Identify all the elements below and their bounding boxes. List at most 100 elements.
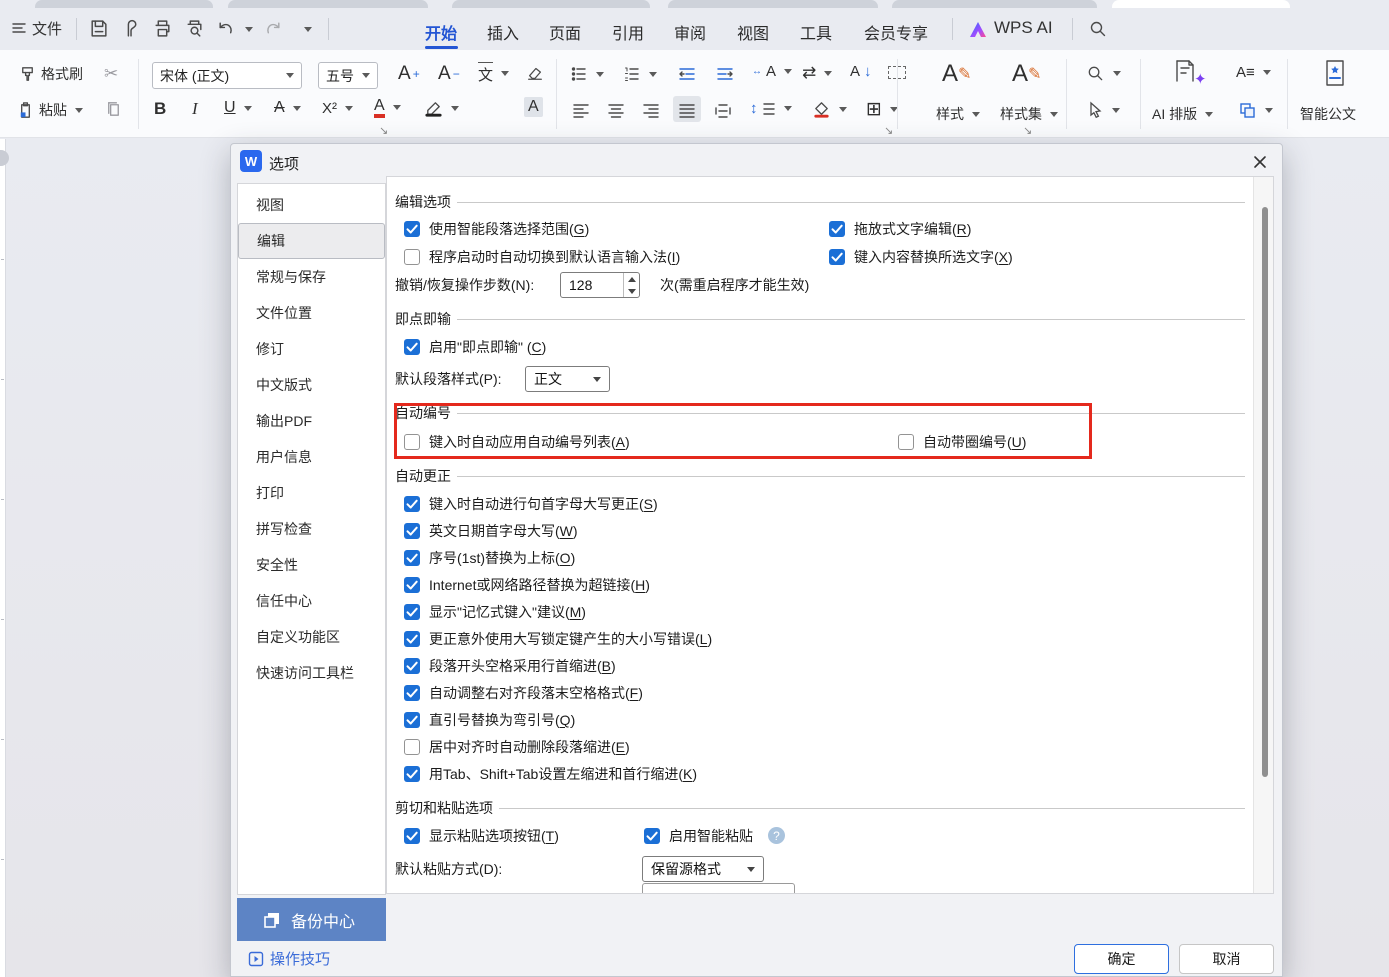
find-arrow[interactable] bbox=[1113, 71, 1121, 76]
font-color-arrow[interactable] bbox=[393, 105, 401, 110]
option-auto-switch-ime[interactable]: 程序启动时自动切换到默认语言输入法(I) bbox=[404, 248, 680, 266]
format-painter-button[interactable]: 格式刷 bbox=[18, 64, 83, 84]
bullet-list-icon[interactable] bbox=[570, 65, 604, 83]
line-spacing-arrow[interactable] bbox=[784, 106, 792, 111]
option-capitalize-english-date[interactable]: 英文日期首字母大写(W) bbox=[404, 522, 578, 540]
underline-arrow[interactable] bbox=[244, 106, 252, 111]
cut-icon[interactable]: ✂ bbox=[104, 64, 118, 84]
shapes-icon[interactable] bbox=[1238, 101, 1273, 120]
styles-arrow[interactable] bbox=[972, 112, 980, 117]
align-center-icon[interactable] bbox=[607, 102, 625, 120]
dialog-launcher-icon[interactable]: ↘ bbox=[884, 124, 893, 137]
checkbox-unchecked[interactable] bbox=[404, 739, 420, 755]
numbered-arrow[interactable] bbox=[649, 72, 657, 77]
sidebar-item-output-pdf[interactable]: 输出PDF bbox=[238, 403, 385, 439]
sidebar-item-edit[interactable]: 编辑 bbox=[238, 223, 385, 259]
sidebar-item-user-info[interactable]: 用户信息 bbox=[238, 439, 385, 475]
numbered-list-icon[interactable] bbox=[623, 65, 657, 83]
menu-tab-4[interactable]: 引用 bbox=[612, 20, 644, 44]
backup-center-button[interactable]: 备份中心 bbox=[237, 898, 386, 941]
decrease-indent-icon[interactable] bbox=[678, 65, 696, 83]
select-arrow[interactable] bbox=[1112, 108, 1120, 113]
scrollbar[interactable] bbox=[1253, 177, 1274, 893]
checkbox-checked[interactable] bbox=[404, 577, 420, 593]
option-smart-paragraph-select[interactable]: 使用智能段落选择范围(G) bbox=[404, 220, 589, 238]
style-set-button[interactable]: 样式集 bbox=[1000, 104, 1058, 124]
default-paragraph-style-select[interactable]: 正文 bbox=[525, 366, 610, 392]
copy-icon[interactable] bbox=[104, 100, 123, 119]
style-set-arrow[interactable] bbox=[1050, 112, 1058, 117]
scrollbar-thumb[interactable] bbox=[1262, 207, 1268, 777]
sidebar-item-quick-access-toolbar[interactable]: 快速访问工具栏 bbox=[238, 655, 385, 691]
sidebar-item-security[interactable]: 安全性 bbox=[238, 547, 385, 583]
wrap-arrow[interactable] bbox=[824, 71, 832, 76]
ai-layout-button[interactable]: AI 排版 bbox=[1152, 104, 1213, 124]
bold-button[interactable]: B bbox=[154, 99, 166, 119]
paste-button[interactable]: 粘贴 bbox=[16, 100, 83, 120]
font-color-button[interactable]: A bbox=[374, 97, 401, 118]
style-set-icon[interactable]: A✎ bbox=[1012, 60, 1041, 88]
option-auto-numbered-list[interactable]: 键入时自动应用自动编号列表(A) bbox=[404, 433, 630, 451]
ai-layout-icon[interactable]: ✦ bbox=[1172, 58, 1207, 88]
smart-doc-button[interactable]: 智能公文 bbox=[1300, 104, 1356, 124]
pinyin-guide-icon[interactable]: 文 bbox=[478, 62, 509, 85]
menu-tab-8[interactable]: 会员专享 bbox=[864, 20, 928, 44]
italic-button[interactable]: I bbox=[192, 99, 198, 119]
tips-link[interactable]: 操作技巧 bbox=[248, 948, 330, 969]
shapes-arrow[interactable] bbox=[1265, 108, 1273, 113]
ok-button[interactable]: 确定 bbox=[1074, 944, 1169, 974]
print-icon[interactable] bbox=[152, 18, 173, 39]
sidebar-item-spell-check[interactable]: 拼写检查 bbox=[238, 511, 385, 547]
checkbox-checked[interactable] bbox=[404, 828, 420, 844]
shading-arrow[interactable] bbox=[839, 107, 847, 112]
align-right-icon[interactable] bbox=[642, 102, 660, 120]
underline-button[interactable]: U bbox=[224, 99, 252, 117]
option-show-paste-options-button[interactable]: 显示粘贴选项按钮(T) bbox=[404, 827, 559, 845]
checkbox-checked[interactable] bbox=[404, 658, 420, 674]
wps-ai-logo-icon[interactable] bbox=[968, 20, 988, 40]
checkbox-checked[interactable] bbox=[404, 685, 420, 701]
font-size-select[interactable]: 五号 bbox=[318, 62, 378, 89]
option-capitalize-first-letter[interactable]: 键入时自动进行句首字母大写更正(S) bbox=[404, 495, 658, 513]
sort-icon[interactable]: A↓ bbox=[850, 63, 872, 80]
checkbox-checked[interactable] bbox=[404, 496, 420, 512]
borders-icon[interactable]: ⊞ bbox=[866, 98, 898, 121]
sidebar-item-view[interactable]: 视图 bbox=[238, 187, 385, 223]
superscript-button[interactable]: X² bbox=[322, 100, 353, 117]
wps-ai-menu[interactable]: WPS AI bbox=[994, 18, 1053, 38]
option-hyperlink-paths[interactable]: Internet或网络路径替换为超链接(H) bbox=[404, 576, 650, 594]
styles-button[interactable]: 样式 bbox=[936, 104, 980, 124]
decrease-font-icon[interactable]: A− bbox=[438, 63, 460, 85]
checkbox-unchecked[interactable] bbox=[898, 434, 914, 450]
search-icon[interactable] bbox=[1088, 19, 1108, 39]
save-icon[interactable] bbox=[88, 18, 109, 39]
menu-tab-7[interactable]: 工具 bbox=[800, 20, 832, 44]
close-button[interactable] bbox=[1247, 150, 1273, 174]
increase-indent-icon[interactable] bbox=[716, 65, 734, 83]
char-shading-button[interactable]: A bbox=[524, 97, 543, 117]
char-spacing-icon[interactable]: ↔A bbox=[752, 63, 792, 80]
option-center-remove-indent[interactable]: 居中对齐时自动删除段落缩进(E) bbox=[404, 738, 630, 756]
menu-tab-6[interactable]: 视图 bbox=[737, 20, 769, 44]
undo-steps-stepper[interactable]: 128 bbox=[560, 272, 640, 298]
default-paste-select[interactable]: 保留源格式 bbox=[642, 856, 764, 882]
smart-doc-icon[interactable] bbox=[1322, 58, 1348, 88]
justify-icon[interactable] bbox=[678, 102, 696, 120]
checkbox-checked[interactable] bbox=[404, 221, 420, 237]
distribute-icon[interactable] bbox=[714, 102, 732, 120]
option-right-align-trailing-space[interactable]: 自动调整右对齐段落末空格格式(F) bbox=[404, 684, 643, 702]
menu-tab-5[interactable]: 审阅 bbox=[674, 20, 706, 44]
clear-format-icon[interactable] bbox=[526, 64, 544, 82]
menu-tab-2[interactable]: 插入 bbox=[487, 20, 519, 44]
increase-font-icon[interactable]: A+ bbox=[398, 63, 420, 85]
checkbox-checked[interactable] bbox=[404, 604, 420, 620]
checkbox-checked[interactable] bbox=[404, 631, 420, 647]
highlight-arrow[interactable] bbox=[451, 106, 459, 111]
checkbox-unchecked[interactable] bbox=[404, 249, 420, 265]
option-leading-space-indent[interactable]: 段落开头空格采用行首缩进(B) bbox=[404, 657, 616, 675]
shading-icon[interactable] bbox=[812, 100, 847, 119]
option-tab-indent[interactable]: 用Tab、Shift+Tab设置左缩进和首行缩进(K) bbox=[404, 765, 697, 783]
dialog-launcher-icon[interactable]: ↘ bbox=[379, 124, 388, 137]
option-enable-click-type[interactable]: 启用"即点即输" (C) bbox=[404, 338, 546, 356]
checkbox-checked[interactable] bbox=[404, 766, 420, 782]
